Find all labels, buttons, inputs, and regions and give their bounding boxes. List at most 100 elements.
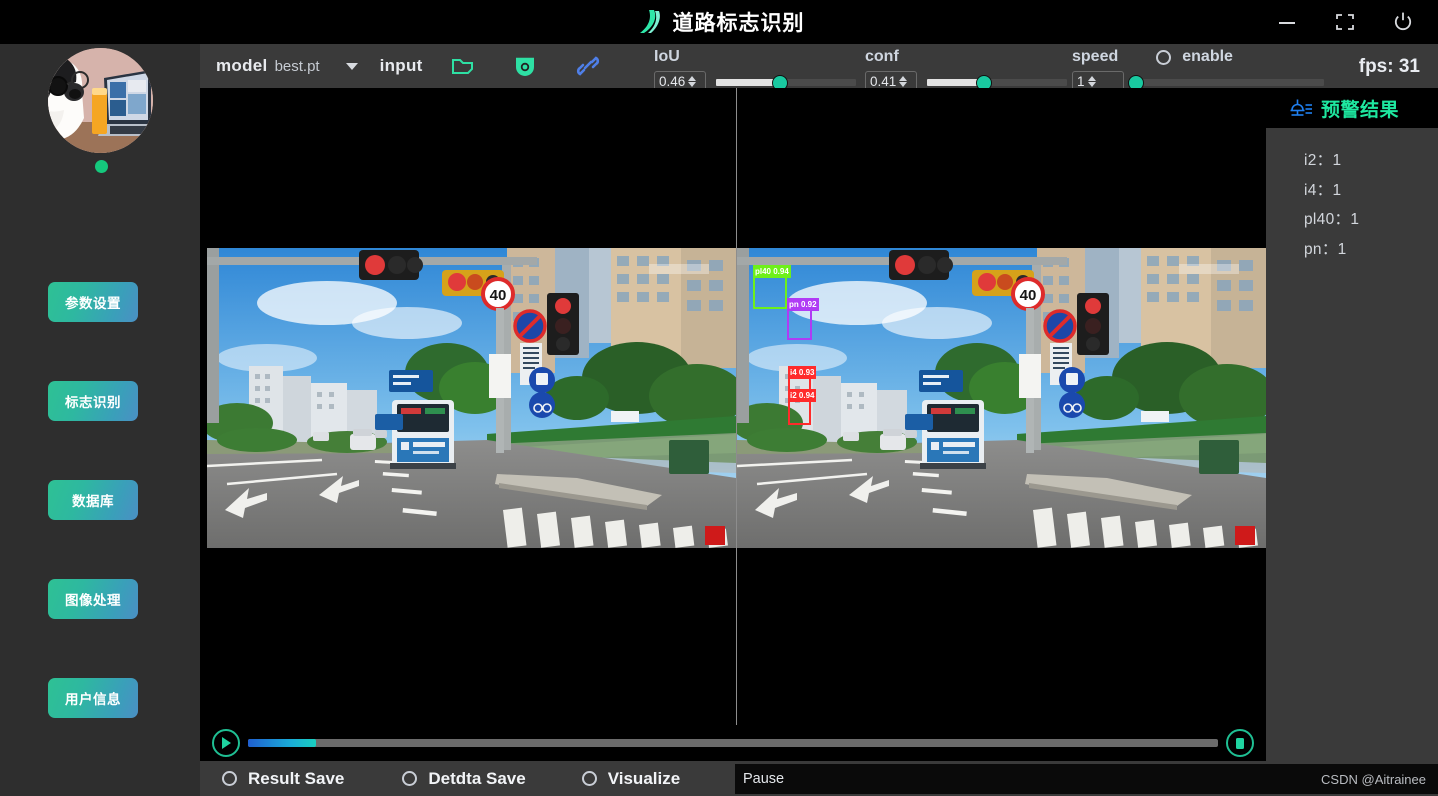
alert-header: 预警结果	[1266, 88, 1438, 128]
status-bar: Pause CSDN @Aitrainee	[735, 764, 1438, 794]
iou-stepper[interactable]	[688, 76, 697, 87]
video-progress-bar[interactable]	[248, 739, 1218, 747]
status-text: Pause	[743, 771, 785, 787]
left-sidebar: 参数设置 标志识别 数据库 图像处理 用户信息	[0, 44, 200, 796]
sidebar-item-database[interactable]: 数据库	[48, 480, 138, 520]
sidebar-item-image-processing[interactable]: 图像处理	[48, 579, 138, 619]
model-value: best.pt	[274, 57, 320, 75]
iou-increment-icon[interactable]	[688, 76, 697, 81]
speed-decrement-icon[interactable]	[1087, 82, 1096, 87]
svg-text:40: 40	[490, 287, 507, 304]
sidebar-item-label: 标志识别	[65, 395, 121, 410]
detection-frame: 40 pl40 0.94 pn 0.92 i4 0.93 i2 0.94	[737, 248, 1266, 548]
conf-label: conf	[865, 48, 899, 65]
alert-row: i4：1	[1304, 178, 1438, 200]
sidebar-item-label: 图像处理	[65, 593, 121, 608]
sidebar-item-label: 数据库	[72, 494, 114, 509]
alarm-icon	[1288, 94, 1314, 123]
alert-label: i2：	[1304, 152, 1333, 169]
speed-increment-icon[interactable]	[1087, 76, 1096, 81]
detection-box-pl40: pl40 0.94	[753, 265, 791, 309]
detection-label-pl40: pl40 0.94	[753, 265, 791, 278]
detection-box-pn: pn 0.92	[787, 298, 819, 340]
sidebar-bottom-filler	[0, 761, 200, 796]
folder-icon[interactable]	[451, 55, 477, 77]
visualize-radio-icon[interactable]	[581, 771, 597, 786]
alert-results-panel: 预警结果 i2：1 i4：1 pl40：1 pn：1	[1266, 88, 1438, 761]
iou-value: 0.46	[659, 74, 686, 89]
stop-button[interactable]	[1226, 729, 1254, 757]
sidebar-item-parameter-settings[interactable]: 参数设置	[48, 282, 138, 322]
speed-value: 1	[1077, 74, 1085, 89]
iou-label: IoU	[654, 48, 680, 65]
alert-list: i2：1 i4：1 pl40：1 pn：1	[1266, 128, 1438, 761]
video-progress-fill	[248, 739, 316, 747]
fps-value: 31	[1398, 56, 1420, 77]
speed-stepper[interactable]	[1087, 76, 1096, 87]
player-bar	[200, 725, 1266, 761]
watermark-text: CSDN @Aitrainee	[1321, 771, 1426, 787]
detdta-save-label: Detdta Save	[428, 768, 526, 788]
model-label: model	[216, 56, 268, 75]
svg-text:40: 40	[1020, 287, 1037, 304]
sidebar-item-label: 用户信息	[65, 692, 121, 707]
alert-label: pn：	[1304, 240, 1338, 258]
alert-count: 1	[1337, 240, 1347, 258]
detdta-save-checkbox[interactable]: Detdta Save	[402, 768, 526, 789]
conf-increment-icon[interactable]	[899, 76, 908, 81]
camera-icon[interactable]	[513, 54, 537, 78]
detection-label-i2: i2 0.94	[788, 389, 817, 402]
alert-count: 1	[1350, 211, 1360, 228]
alert-row: pn：1	[1304, 237, 1438, 259]
conf-value: 0.41	[870, 74, 897, 89]
original-video-pane[interactable]: 40	[207, 88, 736, 761]
title-bar: 道路标志识别	[0, 0, 1438, 44]
conf-group: conf 0.41	[865, 49, 1067, 92]
page-title: 道路标志识别	[672, 12, 805, 35]
original-frame: 40	[207, 248, 736, 548]
input-label: input	[379, 56, 423, 75]
video-area: 40 40 pl40 0.94 pn 0.92 i4 0.93 i2 0.94	[200, 88, 1266, 761]
alert-panel-title: 预警结果	[1321, 99, 1400, 121]
app-title-group: 道路标志识别	[634, 7, 805, 37]
result-save-label: Result Save	[248, 768, 345, 788]
detdta-save-radio-icon[interactable]	[402, 771, 418, 786]
play-button[interactable]	[212, 729, 240, 757]
alert-count: 1	[1332, 152, 1342, 169]
enable-label: enable	[1182, 48, 1233, 65]
minimize-icon[interactable]	[1270, 7, 1304, 37]
conf-stepper[interactable]	[899, 76, 908, 87]
alert-count: 1	[1332, 181, 1342, 199]
speed-slider-track	[1134, 78, 1324, 86]
alert-label: i4：	[1304, 181, 1333, 199]
chevron-down-icon[interactable]	[345, 62, 358, 70]
sidebar-item-label: 参数设置	[65, 296, 121, 311]
avatar-wrapper	[48, 48, 153, 173]
sidebar-item-user-info[interactable]: 用户信息	[48, 678, 138, 718]
fps-display: fps: 31	[1359, 56, 1420, 78]
visualize-label: Visualize	[607, 768, 681, 788]
result-save-checkbox[interactable]: Result Save	[222, 769, 344, 789]
enable-radio[interactable]	[1156, 49, 1172, 65]
maximize-icon[interactable]	[1328, 7, 1362, 37]
conf-decrement-icon[interactable]	[899, 82, 908, 87]
avatar[interactable]	[48, 48, 153, 153]
status-dot-online	[95, 160, 108, 173]
road-logo-icon	[634, 7, 664, 37]
sidebar-item-sign-recognition[interactable]: 标志识别	[48, 381, 138, 421]
power-icon[interactable]	[1386, 7, 1420, 37]
fps-label: fps:	[1358, 56, 1394, 77]
iou-decrement-icon[interactable]	[688, 82, 697, 87]
alert-row: pl40：1	[1304, 207, 1438, 229]
alert-row: i2：1	[1304, 148, 1438, 170]
detection-box-i2: i2 0.94	[788, 389, 817, 425]
detection-label-i4: i4 0.93	[788, 366, 817, 379]
result-save-radio-icon[interactable]	[222, 771, 237, 786]
detection-video-pane[interactable]: 40 pl40 0.94 pn 0.92 i4 0.93 i2 0.94	[737, 88, 1266, 761]
toolbar: model best.pt input IoU 0.46 conf 0.41 s…	[200, 44, 1438, 92]
visualize-checkbox[interactable]: Visualize	[581, 768, 681, 789]
alert-label: pl40：	[1304, 211, 1351, 228]
detection-label-pn: pn 0.92	[787, 298, 819, 311]
application-window: 道路标志识别 参数设置 标志识别 数据库 图像处理 用户信息 model bes…	[0, 0, 1438, 796]
link-icon[interactable]	[575, 54, 601, 78]
